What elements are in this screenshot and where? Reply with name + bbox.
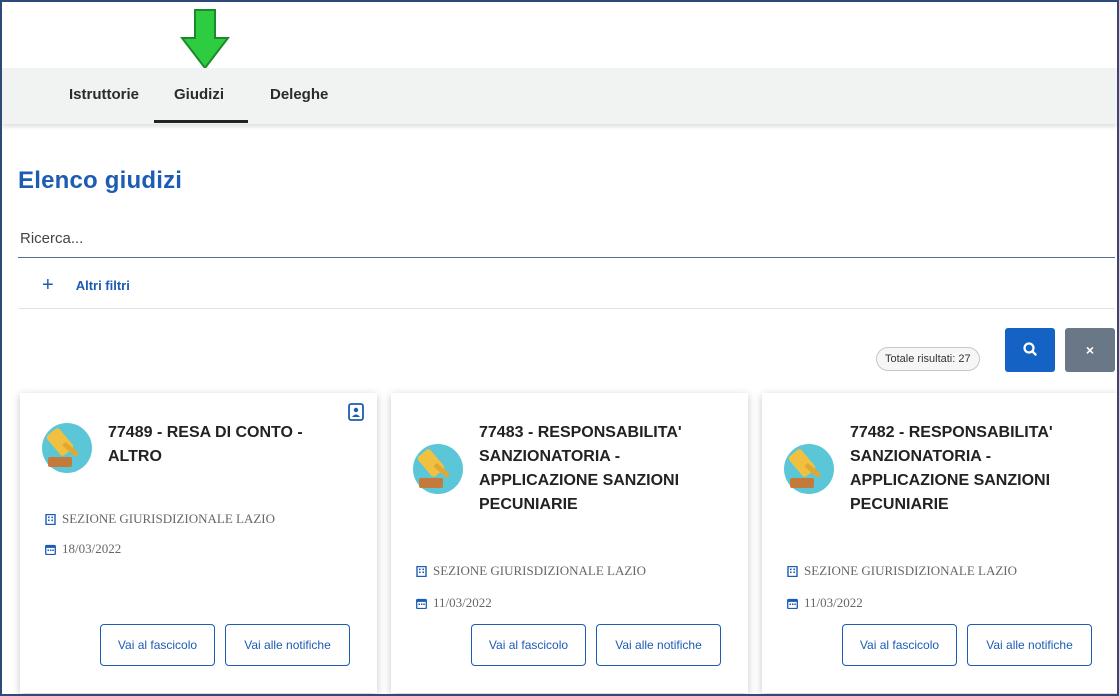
arrow-down-icon	[180, 9, 230, 70]
more-filters-label: Altri filtri	[75, 277, 130, 293]
tab-giudizi[interactable]: Giudizi	[174, 68, 224, 124]
tab-deleghe[interactable]: Deleghe	[270, 68, 328, 124]
calendar-icon	[416, 598, 427, 609]
building-icon	[416, 565, 427, 577]
go-to-notifications-button[interactable]: Vai alle notifiche	[225, 624, 350, 666]
divider	[18, 308, 1115, 309]
gavel-icon	[413, 444, 463, 494]
page-frame: Istruttorie Giudizi Deleghe Elenco giudi…	[0, 0, 1119, 696]
active-tab-indicator	[154, 120, 248, 123]
result-card: 77489 - RESA DI CONTO - ALTRO SEZIONE GI…	[20, 393, 377, 693]
card-section: SEZIONE GIURISDIZIONALE LAZIO	[787, 563, 1017, 579]
card-title: 77489 - RESA DI CONTO - ALTRO	[108, 424, 303, 465]
result-card: 77482 - RESPONSABILITA' SANZIONATORIA - …	[762, 393, 1117, 693]
card-section-text: SEZIONE GIURISDIZIONALE LAZIO	[433, 563, 647, 578]
tab-bar: Istruttorie Giudizi Deleghe	[2, 68, 1117, 124]
gavel-icon	[784, 444, 834, 494]
card-title: 77482 - RESPONSABILITA' SANZIONATORIA - …	[850, 424, 1053, 513]
card-date: 11/03/2022	[787, 595, 863, 611]
contact-card-icon[interactable]	[348, 403, 364, 421]
tab-istruttorie[interactable]: Istruttorie	[69, 68, 139, 124]
card-section-text: SEZIONE GIURISDIZIONALE LAZIO	[804, 563, 1018, 578]
results-count-badge: Totale risultati: 27	[876, 347, 980, 371]
gavel-icon	[42, 423, 92, 473]
search-input[interactable]	[18, 220, 1115, 258]
go-to-notifications-button[interactable]: Vai alle notifiche	[967, 624, 1092, 666]
card-section: SEZIONE GIURISDIZIONALE LAZIO	[416, 563, 646, 579]
go-to-notifications-button[interactable]: Vai alle notifiche	[596, 624, 721, 666]
plus-icon: +	[42, 274, 54, 296]
search-icon	[1023, 342, 1037, 356]
go-to-file-button[interactable]: Vai al fascicolo	[471, 624, 586, 666]
go-to-file-button[interactable]: Vai al fascicolo	[100, 624, 215, 666]
card-date-text: 11/03/2022	[433, 595, 492, 610]
card-date-text: 18/03/2022	[62, 541, 122, 556]
card-date-text: 11/03/2022	[804, 595, 863, 610]
card-section-text: SEZIONE GIURISDIZIONALE LAZIO	[62, 511, 276, 526]
go-to-file-button[interactable]: Vai al fascicolo	[842, 624, 957, 666]
card-section: SEZIONE GIURISDIZIONALE LAZIO	[45, 511, 275, 527]
calendar-icon	[45, 544, 56, 555]
page-title: Elenco giudizi	[18, 167, 183, 194]
building-icon	[45, 513, 56, 525]
result-card: 77483 - RESPONSABILITA' SANZIONATORIA - …	[391, 393, 748, 693]
search-button[interactable]	[1005, 328, 1055, 372]
clear-button[interactable]: ×	[1065, 328, 1115, 372]
card-title: 77483 - RESPONSABILITA' SANZIONATORIA - …	[479, 424, 682, 513]
card-date: 11/03/2022	[416, 595, 492, 611]
close-icon: ×	[1085, 342, 1095, 358]
building-icon	[787, 565, 798, 577]
calendar-icon	[787, 598, 798, 609]
more-filters-toggle[interactable]: + Altri filtri	[42, 274, 130, 296]
card-date: 18/03/2022	[45, 541, 121, 557]
